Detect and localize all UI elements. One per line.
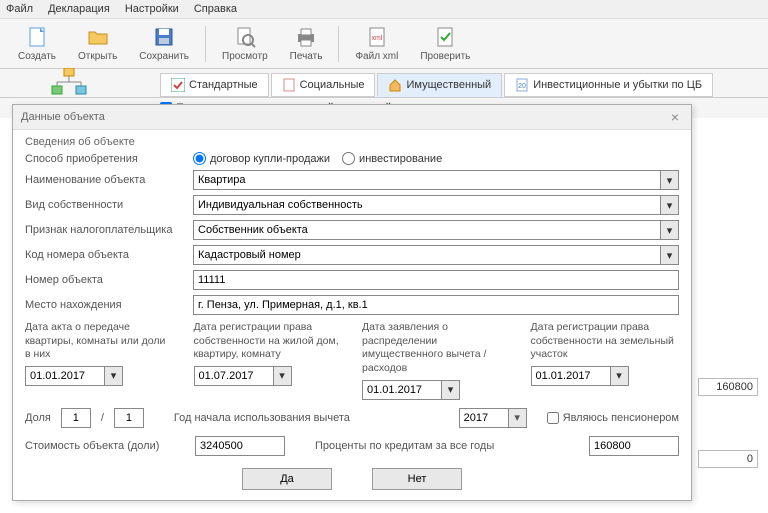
share-numerator[interactable]: [61, 408, 91, 428]
number-code-select[interactable]: [193, 245, 661, 265]
tree-icon[interactable]: [50, 68, 90, 98]
obj-name-select[interactable]: [193, 170, 661, 190]
tab-standard[interactable]: Стандартные: [160, 73, 269, 97]
share-label: Доля: [25, 412, 51, 424]
view-button[interactable]: Просмотр: [212, 23, 278, 64]
menu-file[interactable]: Файл: [6, 3, 33, 15]
radio-invest[interactable]: инвестирование: [342, 152, 442, 165]
chevron-down-icon[interactable]: ▾: [661, 220, 679, 240]
check-button[interactable]: Проверить: [410, 23, 480, 64]
document-new-icon: [25, 25, 49, 49]
xml-button[interactable]: xml Файл xml: [345, 23, 408, 64]
radio-contract[interactable]: договор купли-продажи: [193, 152, 330, 165]
date-act-input[interactable]: [25, 366, 105, 386]
col1-label: Дата акта о передаче квартиры, комнаты и…: [25, 321, 174, 362]
share-denominator[interactable]: [114, 408, 144, 428]
print-button[interactable]: Печать: [280, 23, 333, 64]
menu-settings[interactable]: Настройки: [125, 3, 179, 15]
close-icon[interactable]: ×: [667, 109, 683, 125]
location-label: Место нахождения: [25, 299, 185, 311]
obj-name-label: Наименование объекта: [25, 174, 185, 186]
menu-help[interactable]: Справка: [194, 3, 237, 15]
separator: [205, 26, 206, 62]
chevron-down-icon[interactable]: ▾: [661, 195, 679, 215]
folder-open-icon: [86, 25, 110, 49]
separator: [338, 26, 339, 62]
preview-icon: [233, 25, 257, 49]
location-input[interactable]: [193, 295, 679, 315]
tabbar: Стандартные Социальные Имущественный 20 …: [0, 69, 768, 98]
svg-text:20: 20: [518, 83, 526, 90]
create-button[interactable]: Создать: [8, 23, 66, 64]
toolbar: Создать Открыть Сохранить Просмотр Печат…: [0, 19, 768, 69]
pensioner-checkbox[interactable]: [547, 412, 559, 424]
year-label: Год начала использования вычета: [174, 412, 350, 424]
dialog-titlebar: Данные объекта ×: [13, 105, 691, 130]
bg-value-1: 160800: [698, 378, 758, 396]
chevron-down-icon[interactable]: ▾: [661, 170, 679, 190]
menu-declaration[interactable]: Декларация: [48, 3, 110, 15]
tab-social[interactable]: Социальные: [271, 73, 376, 97]
section-heading: Сведения об объекте: [25, 136, 679, 148]
printer-icon: [294, 25, 318, 49]
dialog-title-text: Данные объекта: [21, 111, 105, 123]
cost-label: Стоимость объекта (доли): [25, 440, 185, 452]
open-button[interactable]: Открыть: [68, 23, 127, 64]
pensioner-checkbox-row[interactable]: Являюсь пенсионером: [547, 412, 679, 424]
document-icon: [282, 78, 296, 92]
chevron-down-icon[interactable]: ▾: [611, 366, 629, 386]
obj-number-label: Номер объекта: [25, 274, 185, 286]
col3-label: Дата заявления о распределении имуществе…: [362, 321, 511, 376]
no-button[interactable]: Нет: [372, 468, 462, 490]
chevron-down-icon[interactable]: ▾: [661, 245, 679, 265]
chevron-down-icon[interactable]: ▾: [274, 366, 292, 386]
col2-label: Дата регистрации права собственности на …: [194, 321, 343, 362]
save-icon: [152, 25, 176, 49]
taxpayer-sign-select[interactable]: [193, 220, 661, 240]
chevron-down-icon[interactable]: ▾: [509, 408, 527, 428]
object-data-dialog: Данные объекта × Сведения об объекте Спо…: [12, 104, 692, 501]
cost-input[interactable]: [195, 436, 285, 456]
menubar: Файл Декларация Настройки Справка: [0, 0, 768, 19]
col4-label: Дата регистрации права собственности на …: [531, 321, 680, 362]
tab-invest[interactable]: 20 Инвестиционные и убытки по ЦБ: [504, 73, 713, 97]
bg-value-2: 0: [698, 450, 758, 468]
date-reg-land-input[interactable]: [531, 366, 611, 386]
yes-button[interactable]: Да: [242, 468, 332, 490]
save-button[interactable]: Сохранить: [129, 23, 199, 64]
obj-number-input[interactable]: [193, 270, 679, 290]
year-input[interactable]: [459, 408, 509, 428]
tab-property[interactable]: Имущественный: [377, 73, 502, 97]
chevron-down-icon[interactable]: ▾: [442, 380, 460, 400]
date-reg-home-input[interactable]: [194, 366, 274, 386]
date-statement-input[interactable]: [362, 380, 442, 400]
interest-input[interactable]: [589, 436, 679, 456]
chevron-down-icon[interactable]: ▾: [105, 366, 123, 386]
number-code-label: Код номера объекта: [25, 249, 185, 261]
xml-file-icon: xml: [365, 25, 389, 49]
ownership-label: Вид собственности: [25, 199, 185, 211]
taxpayer-sign-label: Признак налогоплательщика: [25, 224, 185, 236]
svg-text:xml: xml: [371, 35, 382, 42]
check-icon: [433, 25, 457, 49]
checkmark-icon: [171, 78, 185, 92]
interest-label: Проценты по кредитам за все годы: [315, 440, 494, 452]
house-icon: [388, 78, 402, 92]
acq-method-label: Способ приобретения: [25, 153, 185, 165]
ownership-select[interactable]: [193, 195, 661, 215]
percent-icon: 20: [515, 78, 529, 92]
